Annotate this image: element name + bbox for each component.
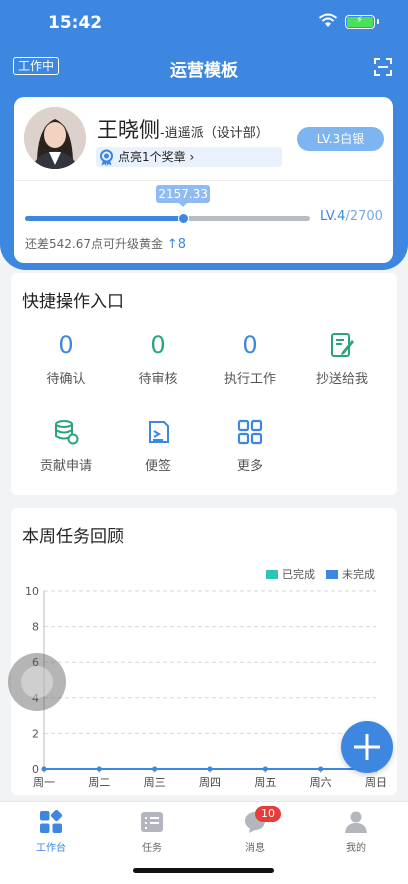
level-badge-button[interactable]: LV.3白银 [297,127,384,151]
pending-review-count: 0 [150,331,166,359]
cc-to-me-label: 抄送给我 [315,372,368,387]
execute-work-label: 执行工作 [223,372,276,387]
cc-document-icon [302,330,382,360]
upgrade-tip: 还差542.67点可升级黄金 ↑8 [25,235,186,252]
scan-icon[interactable] [373,57,393,77]
note-entry[interactable]: 便签 [118,417,198,474]
execute-work-entry[interactable]: 0 执行工作 [210,330,290,387]
pending-review-entry[interactable]: 0 待审核 [118,330,198,387]
tab-mine-label: 我的 [346,843,366,854]
status-bar: 15:42 ⚡ [0,0,408,48]
data-point [207,766,213,772]
quick-actions-title: 快捷操作入口 [22,292,124,312]
more-entry[interactable]: 更多 [210,417,290,474]
note-edit-icon [118,417,198,447]
pending-confirm-label: 待确认 [46,372,86,387]
wifi-icon [318,13,338,27]
workbench-icon [16,808,86,836]
pending-review-label: 待审核 [138,372,178,387]
award-row[interactable]: 点亮1个奖章 › [96,147,282,167]
data-point [152,766,158,772]
y-tick-label: 2 [32,727,39,740]
status-time: 15:42 [48,13,103,33]
contribution-apply-entry[interactable]: 贡献申请 [26,417,106,474]
data-point [41,766,47,772]
next-level: LV.4 [320,209,346,224]
arrow-up-icon: ↑ [166,237,178,252]
x-tick-label: 周二 [88,776,110,789]
progress-fill [25,216,184,221]
task-list-icon [117,808,187,836]
next-level-points: /2700 [345,209,383,224]
x-tick-label: 周三 [144,776,166,789]
more-label: 更多 [236,459,263,474]
award-text: 点亮1个奖章 [118,150,186,164]
battery-icon: ⚡ [345,15,379,29]
quick-actions-card: 快捷操作入口 0 待确认 0 待审核 0 执行工作 抄送给我 贡献申请 便签 更… [11,273,397,495]
y-tick-label: 10 [25,585,39,598]
x-tick-label: 周五 [254,776,276,789]
tab-messages-label: 消息 [245,843,265,854]
weekly-review-card: 本周任务回顾 已完成 未完成 0 2 4 6 8 10 周一 周二 周三 周四 周五 周六 周日 [11,508,397,795]
home-indicator [133,868,274,873]
grid-icon [210,417,290,447]
user-icon [321,808,391,836]
progress-handle [177,213,189,224]
add-fab-button[interactable] [341,721,393,773]
data-point [262,766,268,772]
pending-confirm-count: 0 [58,331,74,359]
x-tick-label: 周一 [33,776,55,789]
y-tick-label: 0 [32,763,39,776]
tab-mine[interactable]: 我的 [321,808,391,854]
execute-work-count: 0 [242,331,258,359]
points-tooltip: 2157.33 [156,185,211,207]
message-count-badge: 10 [255,806,281,822]
user-name-text: 王晓侧 [97,118,160,142]
data-point [96,766,102,772]
x-tick-label: 周日 [365,776,387,789]
y-tick-label: 8 [32,621,39,634]
user-name: 王晓侧-逍遥派（设计部） [97,114,269,144]
x-tick-label: 周四 [199,776,221,789]
data-point [318,766,324,772]
cc-to-me-entry[interactable]: 抄送给我 [302,330,382,387]
page-title: 运营模板 [170,61,238,81]
medal-icon [100,149,113,166]
floating-assistive-touch[interactable] [8,653,66,711]
database-icon [26,417,106,447]
tab-workbench[interactable]: 工作台 [16,808,86,854]
tab-tasks-label: 任务 [142,843,162,854]
plus-icon [354,734,380,760]
next-level-label: LV.4/2700 [320,209,383,224]
avatar[interactable] [24,107,86,169]
tab-workbench-label: 工作台 [36,843,66,854]
tab-tasks[interactable]: 任务 [117,808,187,854]
pending-confirm-entry[interactable]: 0 待确认 [26,330,106,387]
chevron-right-icon: › [189,150,195,164]
upgrade-tip-text: 还差542.67点可升级黄金 [25,237,163,251]
contribution-apply-label: 贡献申请 [39,459,92,474]
nav-bar: 工作中 运营模板 [0,52,408,82]
profile-card: 王晓侧-逍遥派（设计部） 点亮1个奖章 › LV.3白银 2157.33 LV.… [14,97,393,263]
note-label: 便签 [144,459,171,474]
user-dept: -逍遥派（设计部） [160,126,269,141]
weekly-task-chart: 0246810周一 周二 周三 周四 周五 周六 周日 [25,585,387,789]
level-progress-bar [25,213,310,224]
divider [14,180,393,181]
x-tick-label: 周六 [310,776,332,789]
upgrade-rank: 8 [177,237,187,252]
